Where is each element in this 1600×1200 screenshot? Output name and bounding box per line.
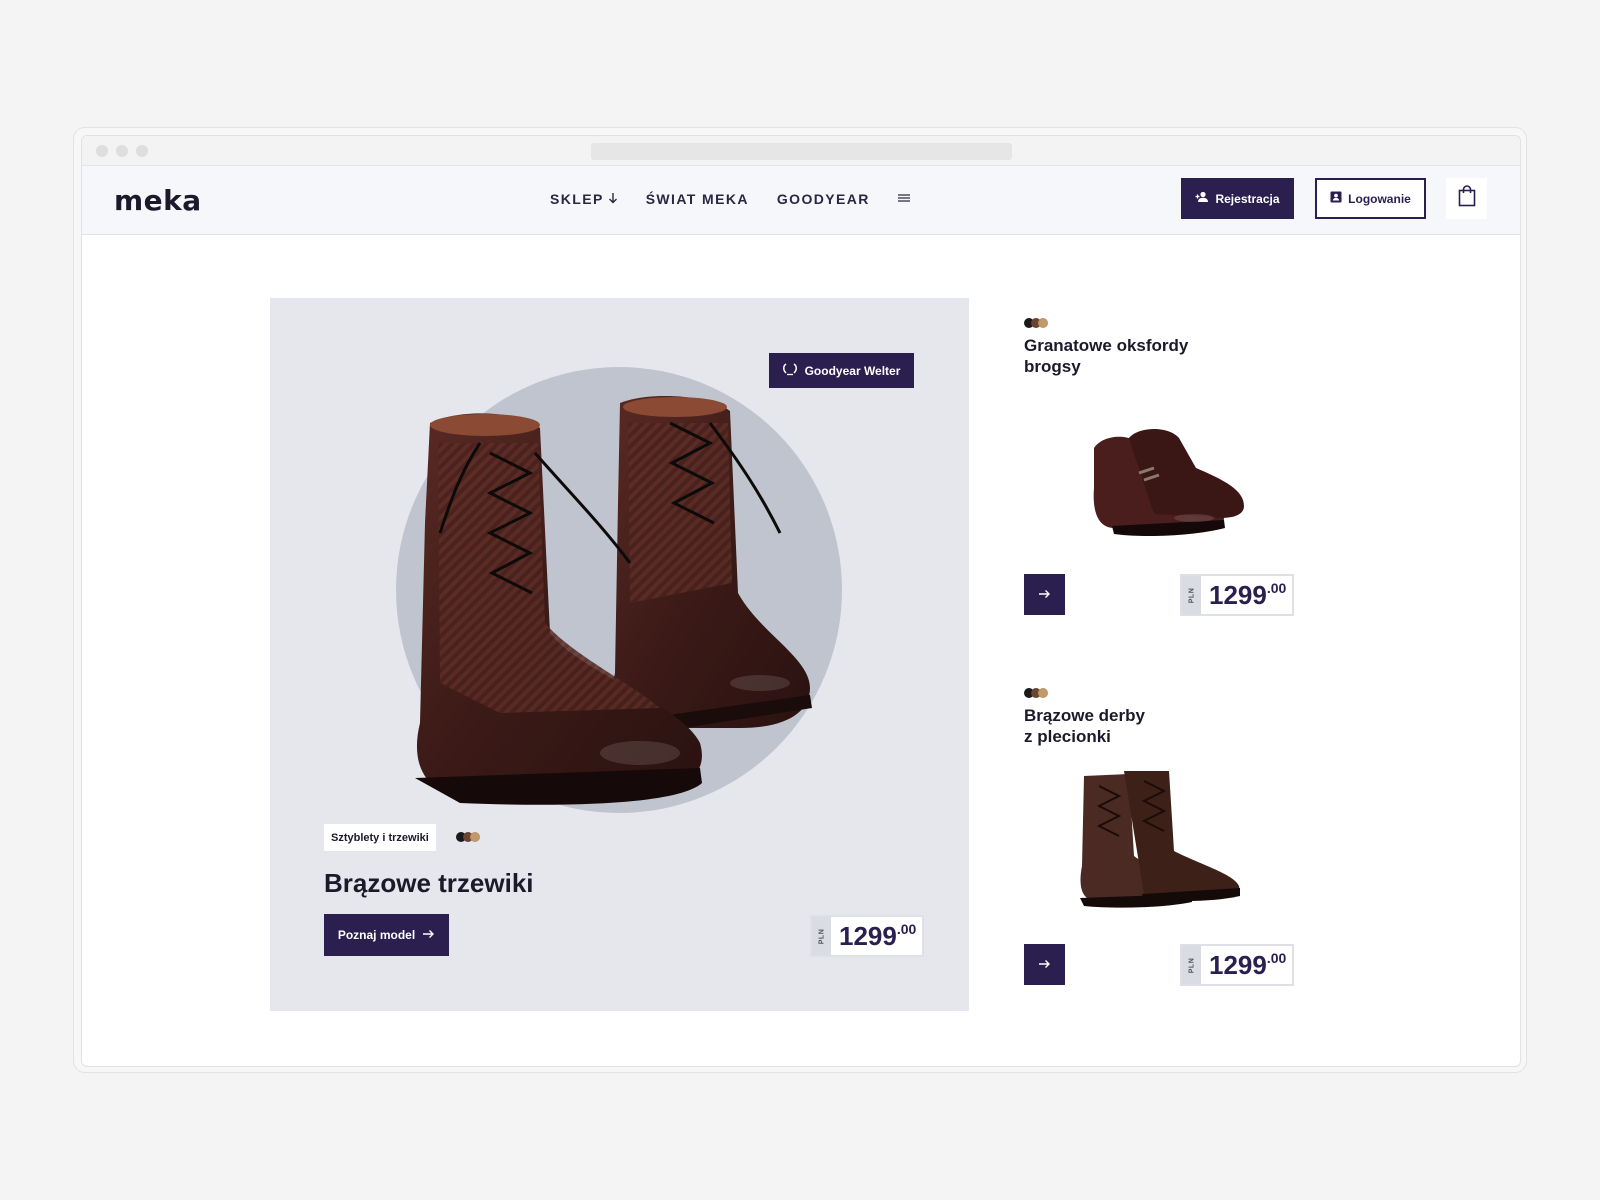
account-box-icon (1330, 191, 1342, 206)
window-dot-minimize[interactable] (116, 145, 128, 157)
product-arrow-button[interactable] (1024, 944, 1065, 985)
window-dot-maximize[interactable] (136, 145, 148, 157)
category-tag[interactable]: Sztyblety i trzewiki (324, 824, 436, 851)
shopping-bag-icon (1458, 185, 1476, 212)
login-button[interactable]: Logowanie (1315, 178, 1426, 219)
price-cents: .00 (1266, 950, 1287, 966)
color-swatches (1024, 688, 1048, 698)
monk-strap-shoes-image (1093, 429, 1244, 536)
explore-model-label: Poznaj model (337, 928, 416, 942)
price-value: 1299 .00 (1201, 946, 1292, 984)
featured-product-title[interactable]: Brązowe trzewiki (324, 868, 534, 899)
main-nav: SKLEP ŚWIAT MEKA GOODYEAR (550, 190, 910, 208)
browser-window: meka SKLEP ŚWIAT MEKA GOODYEAR Rejestrac… (73, 127, 1527, 1073)
product-card-derby[interactable]: Brązowe derby z plecionki PLN 1299 .00 (1024, 688, 1304, 1008)
swatch-tan (470, 832, 480, 842)
badge-label: Goodyear Welter (804, 363, 901, 378)
currency-label: PLN (812, 917, 831, 955)
price-main: 1299 (1209, 579, 1267, 610)
currency-label: PLN (1182, 576, 1201, 614)
product-price: PLN 1299 .00 (1180, 574, 1295, 616)
price-main: 1299 (839, 920, 897, 951)
cart-button[interactable] (1446, 178, 1487, 219)
register-button[interactable]: Rejestracja (1181, 178, 1294, 219)
color-swatches (456, 832, 480, 842)
explore-model-button[interactable]: Poznaj model (324, 914, 449, 956)
wreath-icon (782, 362, 797, 379)
price-value: 1299 .00 (1201, 576, 1292, 614)
site-logo[interactable]: meka (114, 184, 202, 217)
featured-product-card[interactable]: Goodyear Welter Sztyblety i trzewiki Brą… (270, 298, 969, 1011)
arrow-right-icon (1038, 586, 1051, 604)
login-label: Logowanie (1348, 191, 1411, 206)
swatch-tan (1038, 318, 1048, 328)
goodyear-welt-badge: Goodyear Welter (769, 353, 914, 388)
register-label: Rejestracja (1215, 191, 1280, 206)
currency-label: PLN (1182, 946, 1201, 984)
product-price: PLN 1299 .00 (1180, 944, 1295, 986)
browser-chrome (82, 136, 1520, 166)
product-arrow-button[interactable] (1024, 574, 1065, 615)
arrow-down-icon (608, 191, 618, 207)
nav-item-swiat-meka[interactable]: ŚWIAT MEKA (646, 191, 749, 207)
add-user-icon (1195, 191, 1209, 206)
hamburger-menu-icon[interactable] (897, 190, 910, 208)
price-cents: .00 (1266, 580, 1287, 596)
browser-viewport: meka SKLEP ŚWIAT MEKA GOODYEAR Rejestrac… (81, 135, 1521, 1067)
brown-boots-image (415, 396, 812, 805)
nav-item-sklep[interactable]: SKLEP (550, 191, 618, 207)
product-title[interactable]: Brązowe derby z plecionki (1024, 705, 1244, 747)
swatch-tan (1038, 688, 1048, 698)
nav-item-label: SKLEP (550, 191, 604, 207)
arrow-right-icon (423, 928, 435, 942)
featured-price: PLN 1299 .00 (810, 915, 925, 957)
arrow-right-icon (1038, 956, 1051, 974)
address-bar[interactable] (591, 143, 1012, 160)
color-swatches (1024, 318, 1048, 328)
price-value: 1299 .00 (831, 917, 922, 955)
product-title[interactable]: Granatowe oksfordy brogsy (1024, 335, 1244, 377)
nav-item-goodyear[interactable]: GOODYEAR (777, 191, 870, 207)
price-cents: .00 (896, 921, 917, 937)
price-main: 1299 (1209, 949, 1267, 980)
window-dot-close[interactable] (96, 145, 108, 157)
brown-lace-up-boots-image (1080, 771, 1240, 908)
product-card-oxford[interactable]: Granatowe oksfordy brogsy PLN 1299 .00 (1024, 318, 1304, 638)
site-header: meka SKLEP ŚWIAT MEKA GOODYEAR Rejestrac… (82, 166, 1520, 235)
